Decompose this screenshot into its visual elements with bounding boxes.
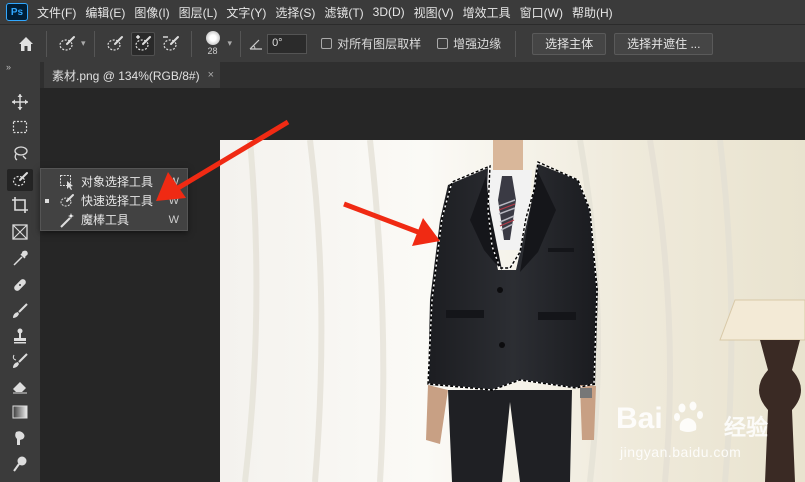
tools-panel: » [0, 62, 40, 482]
menu-help[interactable]: 帮助(H) [572, 4, 613, 21]
menu-plugins[interactable]: 增效工具 [463, 4, 511, 21]
separator [46, 30, 47, 57]
select-and-mask-button[interactable]: 选择并遮住 ... [614, 32, 714, 55]
baidu-jingyan-watermark: Bai 经验 jingyan.baidu.com [616, 398, 796, 468]
tool-preset-quick-selection-icon[interactable] [55, 32, 79, 56]
selected-bullet-icon [45, 198, 49, 203]
menu-filter[interactable]: 滤镜(T) [324, 4, 363, 21]
brush-tool-icon[interactable] [7, 300, 33, 322]
menu-view[interactable]: 视图(V) [414, 4, 454, 21]
angle-icon [249, 38, 263, 50]
quick-selection-tool-icon[interactable] [7, 169, 33, 191]
document-tab-title: 素材.png @ 134%(RGB/8#) [52, 68, 200, 83]
brush-size-value: 28 [207, 46, 218, 56]
dodge-tool-icon[interactable] [7, 453, 33, 475]
brush-size-picker[interactable]: 28 [200, 28, 226, 60]
menu-layer[interactable]: 图层(L) [179, 4, 218, 21]
add-to-selection-brush-icon[interactable] [130, 31, 155, 56]
flyout-item-magic-wand[interactable]: 魔棒工具 W [41, 210, 187, 229]
close-icon[interactable]: × [208, 69, 214, 81]
menu-image[interactable]: 图像(I) [134, 4, 169, 21]
healing-brush-tool-icon[interactable] [7, 274, 33, 296]
smudge-tool-icon[interactable] [7, 427, 33, 449]
quick-selection-icon [59, 193, 75, 209]
menu-type[interactable]: 文字(Y) [226, 4, 266, 21]
document-tab[interactable]: 素材.png @ 134%(RGB/8#) × [44, 62, 220, 88]
menu-window[interactable]: 窗口(W) [520, 4, 563, 21]
flyout-item-label: 快速选择工具 [81, 194, 154, 208]
sample-all-layers-checkbox[interactable] [321, 38, 333, 49]
chevron-down-icon[interactable]: ▾ [228, 38, 233, 49]
home-icon[interactable] [14, 32, 38, 56]
menu-3d[interactable]: 3D(D) [373, 5, 405, 19]
frame-tool-icon[interactable] [7, 221, 33, 243]
select-subject-button[interactable]: 选择主体 [532, 32, 607, 55]
eraser-tool-icon[interactable] [7, 375, 33, 397]
photoshop-logo: Ps [6, 3, 28, 21]
document-tab-strip: 素材.png @ 134%(RGB/8#) × [40, 62, 805, 88]
enhance-edge-checkbox[interactable] [437, 38, 449, 49]
gradient-tool-icon[interactable] [7, 401, 33, 423]
watermark-url: jingyan.baidu.com [620, 444, 742, 460]
crop-tool-icon[interactable] [7, 194, 33, 216]
lasso-tool-icon[interactable] [7, 142, 33, 164]
watermark-brand: 经验 [724, 415, 769, 440]
collapse-panel-icon[interactable]: » [6, 62, 11, 72]
eyedropper-tool-icon[interactable] [7, 248, 33, 270]
new-selection-brush-icon[interactable] [103, 32, 127, 56]
selection-tools-flyout: 对象选择工具 W 快速选择工具 W 魔棒工具 W [40, 168, 188, 231]
separator [93, 30, 95, 57]
watermark-logo: Bai [616, 402, 663, 435]
history-brush-tool-icon[interactable] [7, 350, 33, 372]
flyout-item-label: 魔棒工具 [81, 213, 130, 227]
menu-file[interactable]: 文件(F) [37, 4, 76, 21]
separator [240, 30, 242, 57]
move-tool-icon[interactable] [7, 91, 33, 113]
subtract-from-selection-brush-icon[interactable] [159, 32, 183, 56]
flyout-item-shortcut: W [168, 213, 179, 226]
flyout-item-quick-selection[interactable]: 快速选择工具 W [41, 191, 187, 210]
separator [190, 30, 192, 57]
sample-all-layers-label: 对所有图层取样 [337, 37, 422, 51]
flyout-item-shortcut: W [168, 194, 179, 207]
flyout-item-label: 对象选择工具 [81, 175, 154, 189]
magic-wand-icon [59, 212, 75, 228]
options-bar: ▾ 28 ▾ 0° 对所有图层取样 增强边缘 选择主体 选择并遮住 ... [0, 24, 805, 62]
flyout-item-object-selection[interactable]: 对象选择工具 W [41, 172, 187, 191]
clone-stamp-tool-icon[interactable] [7, 325, 33, 347]
flyout-item-shortcut: W [168, 175, 179, 188]
menu-edit[interactable]: 编辑(E) [85, 4, 125, 21]
brush-tip-icon [205, 31, 220, 45]
menu-select[interactable]: 选择(S) [275, 4, 315, 21]
paw-icon [672, 400, 708, 439]
angle-input[interactable]: 0° [267, 33, 308, 54]
object-selection-icon [59, 174, 75, 190]
enhance-edge-label: 增强边缘 [453, 37, 502, 51]
menu-bar: Ps 文件(F) 编辑(E) 图像(I) 图层(L) 文字(Y) 选择(S) 滤… [0, 0, 805, 24]
marquee-tool-icon[interactable] [7, 116, 33, 138]
separator [515, 30, 517, 57]
chevron-down-icon[interactable]: ▾ [81, 38, 86, 49]
